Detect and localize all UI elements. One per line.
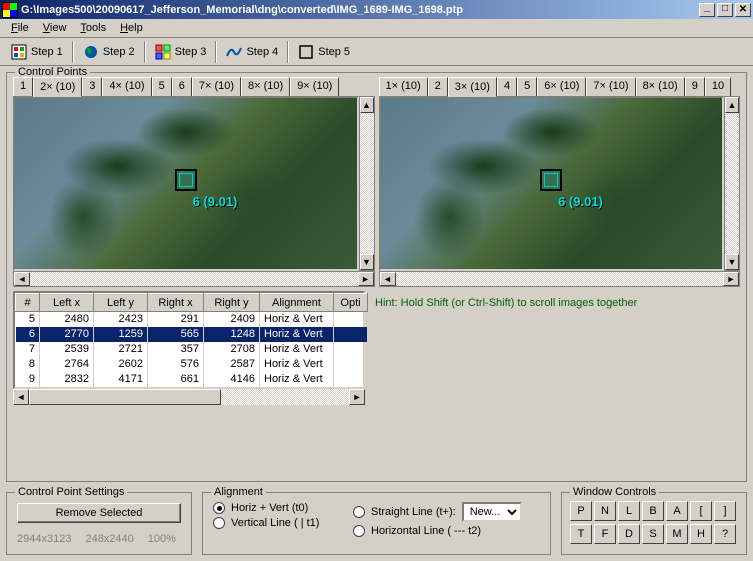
step1-icon [11,44,27,60]
remove-selected-button[interactable]: Remove Selected [17,503,181,523]
step3-button[interactable]: Step 3 [148,41,214,63]
step5-button[interactable]: Step 5 [291,41,357,63]
control-point-label: 6 (9.01) [558,194,603,209]
menu-help[interactable]: Help [113,20,150,36]
toolbar: Step 1 Step 2 Step 3 Step 4 Step 5 [0,38,753,66]
left-tab[interactable]: 1 [13,77,33,96]
step2-button[interactable]: Step 2 [76,41,142,63]
window-control-button[interactable]: P [570,501,592,521]
right-image-tabs: 1× (10)23× (10)456× (10)7× (10)8× (10)91… [379,77,741,96]
control-points-group: Control Points 12× (10)34× (10)567× (10)… [6,72,747,482]
control-point-label: 6 (9.01) [193,194,238,209]
menu-bar: File View Tools Help [0,19,753,38]
window-control-button[interactable]: T [570,524,592,544]
table-horizontal-scrollbar[interactable]: ◄► [13,389,365,405]
left-vertical-scrollbar[interactable]: ▲▼ [359,96,375,271]
menu-view[interactable]: View [36,20,74,36]
window-controls-group: Window Controls PNLBA[] TFDSMH? [561,492,747,555]
right-image-viewport[interactable]: 6 (9.01) [379,96,725,271]
right-horizontal-scrollbar[interactable]: ◄► [379,271,741,287]
table-row[interactable]: 8276426025762587Horiz & Vert [16,357,368,372]
window-control-button[interactable]: D [618,524,640,544]
window-control-button[interactable]: [ [690,501,712,521]
control-point-settings-group: Control Point Settings Remove Selected 2… [6,492,192,555]
maximize-button[interactable]: □ [717,3,733,17]
close-button[interactable]: ✕ [735,3,751,17]
radio-vertical-line[interactable] [213,517,225,529]
alignment-group: Alignment Horiz + Vert (t0) Vertical Lin… [202,492,551,555]
window-control-button[interactable]: ? [714,524,736,544]
left-tab[interactable]: 5 [152,77,172,96]
window-control-button[interactable]: A [666,501,688,521]
right-tab[interactable]: 3× (10) [448,77,497,97]
step4-icon [226,44,242,60]
column-header[interactable]: Left x [40,294,94,312]
column-header[interactable]: Right x [148,294,204,312]
step3-icon [155,44,171,60]
step5-icon [298,44,314,60]
table-row[interactable]: 6277012595651248Horiz & Vert [16,327,368,342]
column-header[interactable]: Left y [94,294,148,312]
right-tab[interactable]: 8× (10) [636,77,685,96]
menu-tools[interactable]: Tools [73,20,113,36]
title-bar: G:\Images500\20090617_Jefferson_Memorial… [0,0,753,19]
column-header[interactable]: Alignment [260,294,334,312]
left-dimensions: 2944x3123 [17,533,71,545]
right-dimensions: 248x2440 [85,533,133,545]
minimize-button[interactable]: _ [699,3,715,17]
control-point-marker[interactable] [540,169,562,191]
scroll-hint: Hint: Hold Shift (or Ctrl-Shift) to scro… [371,291,641,405]
right-tab[interactable]: 5 [517,77,537,96]
left-tab[interactable]: 7× (10) [192,77,241,96]
left-image-tabs: 12× (10)34× (10)567× (10)8× (10)9× (10) [13,77,375,96]
app-icon [2,2,18,18]
table-row[interactable]: 9283241716614146Horiz & Vert [16,372,368,387]
left-tab[interactable]: 6 [172,77,192,96]
straight-line-combo[interactable]: New... [462,502,522,522]
right-tab[interactable]: 6× (10) [537,77,586,96]
right-tab[interactable]: 4 [497,77,517,96]
right-tab[interactable]: 10 [705,77,731,96]
radio-horizontal-line[interactable] [353,525,365,537]
radio-horiz-vert[interactable] [213,502,225,514]
window-control-button[interactable]: S [642,524,664,544]
left-tab[interactable]: 8× (10) [241,77,290,96]
window-control-button[interactable]: N [594,501,616,521]
window-title: G:\Images500\20090617_Jefferson_Memorial… [21,4,699,16]
step4-button[interactable]: Step 4 [219,41,285,63]
table-row[interactable]: 7253927213572708Horiz & Vert [16,342,368,357]
menu-file[interactable]: File [4,20,36,36]
left-tab[interactable]: 2× (10) [33,77,82,97]
right-tab[interactable]: 9 [685,77,705,96]
left-tab[interactable]: 9× (10) [290,77,339,96]
window-control-button[interactable]: L [618,501,640,521]
left-tab[interactable]: 4× (10) [102,77,151,96]
radio-straight-line[interactable] [353,506,365,518]
table-row[interactable]: 5248024232912409Horiz & Vert [16,312,368,327]
column-header[interactable]: Right y [204,294,260,312]
right-tab[interactable]: 2 [428,77,448,96]
zoom-level: 100% [148,533,176,545]
column-header[interactable]: # [16,294,40,312]
window-control-button[interactable]: ] [714,501,736,521]
step2-icon [83,44,99,60]
control-points-table[interactable]: #Left xLeft yRight xRight yAlignmentOpti… [13,291,365,389]
control-point-marker[interactable] [175,169,197,191]
column-header[interactable]: Opti [334,294,368,312]
right-vertical-scrollbar[interactable]: ▲▼ [724,96,740,271]
window-control-button[interactable]: F [594,524,616,544]
right-tab[interactable]: 1× (10) [379,77,428,96]
step1-button[interactable]: Step 1 [4,41,70,63]
right-tab[interactable]: 7× (10) [586,77,635,96]
window-control-button[interactable]: H [690,524,712,544]
window-control-button[interactable]: B [642,501,664,521]
window-control-button[interactable]: M [666,524,688,544]
left-tab[interactable]: 3 [82,77,102,96]
left-horizontal-scrollbar[interactable]: ◄► [13,271,375,287]
left-image-viewport[interactable]: 6 (9.01) [13,96,359,271]
